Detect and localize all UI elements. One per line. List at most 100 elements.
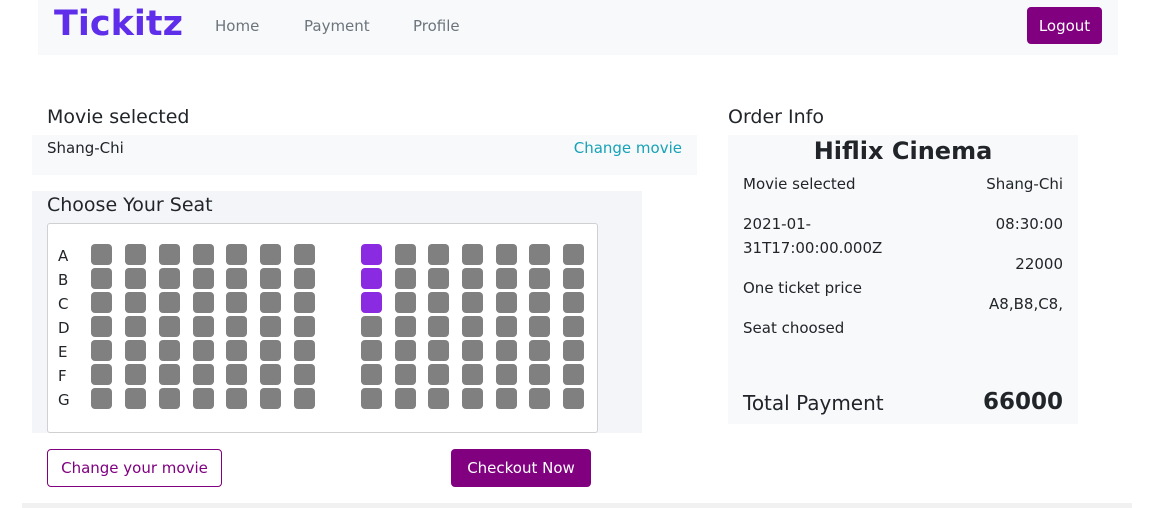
nav-link-profile[interactable]: Profile	[413, 17, 460, 35]
seat-c1[interactable]	[91, 292, 112, 313]
seat-g10[interactable]	[428, 388, 449, 409]
seat-g14[interactable]	[563, 388, 584, 409]
seat-f9[interactable]	[395, 364, 416, 385]
seat-e12[interactable]	[496, 340, 517, 361]
seat-a3[interactable]	[159, 244, 180, 265]
seat-a9[interactable]	[395, 244, 416, 265]
seat-c5[interactable]	[226, 292, 247, 313]
seat-a4[interactable]	[193, 244, 214, 265]
seat-c2[interactable]	[125, 292, 146, 313]
seat-f7[interactable]	[294, 364, 315, 385]
seat-e4[interactable]	[193, 340, 214, 361]
seat-d2[interactable]	[125, 316, 146, 337]
seat-d1[interactable]	[91, 316, 112, 337]
seat-b11[interactable]	[462, 268, 483, 289]
seat-f14[interactable]	[563, 364, 584, 385]
seat-b10[interactable]	[428, 268, 449, 289]
seat-g8[interactable]	[361, 388, 382, 409]
seat-g11[interactable]	[462, 388, 483, 409]
seat-b12[interactable]	[496, 268, 517, 289]
seat-d8[interactable]	[361, 316, 382, 337]
brand-logo[interactable]: Tickitz	[54, 4, 183, 44]
seat-e7[interactable]	[294, 340, 315, 361]
seat-e1[interactable]	[91, 340, 112, 361]
seat-e9[interactable]	[395, 340, 416, 361]
seat-b8[interactable]	[361, 268, 382, 289]
seat-g5[interactable]	[226, 388, 247, 409]
seat-b4[interactable]	[193, 268, 214, 289]
seat-a10[interactable]	[428, 244, 449, 265]
seat-e10[interactable]	[428, 340, 449, 361]
seat-a13[interactable]	[529, 244, 550, 265]
seat-b14[interactable]	[563, 268, 584, 289]
seat-f8[interactable]	[361, 364, 382, 385]
seat-b1[interactable]	[91, 268, 112, 289]
nav-link-home[interactable]: Home	[215, 17, 259, 35]
seat-a12[interactable]	[496, 244, 517, 265]
seat-b5[interactable]	[226, 268, 247, 289]
seat-a5[interactable]	[226, 244, 247, 265]
seat-f12[interactable]	[496, 364, 517, 385]
seat-c4[interactable]	[193, 292, 214, 313]
seat-f5[interactable]	[226, 364, 247, 385]
seat-b13[interactable]	[529, 268, 550, 289]
seat-a11[interactable]	[462, 244, 483, 265]
change-movie-link[interactable]: Change movie	[574, 139, 682, 157]
seat-d13[interactable]	[529, 316, 550, 337]
seat-f3[interactable]	[159, 364, 180, 385]
seat-f1[interactable]	[91, 364, 112, 385]
seat-c3[interactable]	[159, 292, 180, 313]
logout-button[interactable]: Logout	[1027, 7, 1102, 44]
seat-g7[interactable]	[294, 388, 315, 409]
seat-c6[interactable]	[260, 292, 281, 313]
seat-c7[interactable]	[294, 292, 315, 313]
seat-f2[interactable]	[125, 364, 146, 385]
seat-d11[interactable]	[462, 316, 483, 337]
seat-f4[interactable]	[193, 364, 214, 385]
seat-a7[interactable]	[294, 244, 315, 265]
seat-d14[interactable]	[563, 316, 584, 337]
seat-f11[interactable]	[462, 364, 483, 385]
seat-a2[interactable]	[125, 244, 146, 265]
seat-e6[interactable]	[260, 340, 281, 361]
seat-g4[interactable]	[193, 388, 214, 409]
seat-b6[interactable]	[260, 268, 281, 289]
seat-c12[interactable]	[496, 292, 517, 313]
seat-g3[interactable]	[159, 388, 180, 409]
seat-g9[interactable]	[395, 388, 416, 409]
seat-c13[interactable]	[529, 292, 550, 313]
seat-c11[interactable]	[462, 292, 483, 313]
seat-d9[interactable]	[395, 316, 416, 337]
seat-b9[interactable]	[395, 268, 416, 289]
seat-e13[interactable]	[529, 340, 550, 361]
seat-d7[interactable]	[294, 316, 315, 337]
seat-e3[interactable]	[159, 340, 180, 361]
seat-c14[interactable]	[563, 292, 584, 313]
seat-f13[interactable]	[529, 364, 550, 385]
seat-c8[interactable]	[361, 292, 382, 313]
seat-f10[interactable]	[428, 364, 449, 385]
seat-a14[interactable]	[563, 244, 584, 265]
seat-d6[interactable]	[260, 316, 281, 337]
seat-f6[interactable]	[260, 364, 281, 385]
seat-e11[interactable]	[462, 340, 483, 361]
seat-g2[interactable]	[125, 388, 146, 409]
seat-g12[interactable]	[496, 388, 517, 409]
seat-b3[interactable]	[159, 268, 180, 289]
nav-link-payment[interactable]: Payment	[304, 17, 370, 35]
seat-a8[interactable]	[361, 244, 382, 265]
checkout-button[interactable]: Checkout Now	[451, 449, 591, 487]
seat-d4[interactable]	[193, 316, 214, 337]
seat-d12[interactable]	[496, 316, 517, 337]
seat-b2[interactable]	[125, 268, 146, 289]
seat-a6[interactable]	[260, 244, 281, 265]
seat-b7[interactable]	[294, 268, 315, 289]
seat-d5[interactable]	[226, 316, 247, 337]
seat-g1[interactable]	[91, 388, 112, 409]
seat-g13[interactable]	[529, 388, 550, 409]
seat-e8[interactable]	[361, 340, 382, 361]
seat-e14[interactable]	[563, 340, 584, 361]
seat-a1[interactable]	[91, 244, 112, 265]
seat-d3[interactable]	[159, 316, 180, 337]
seat-c10[interactable]	[428, 292, 449, 313]
